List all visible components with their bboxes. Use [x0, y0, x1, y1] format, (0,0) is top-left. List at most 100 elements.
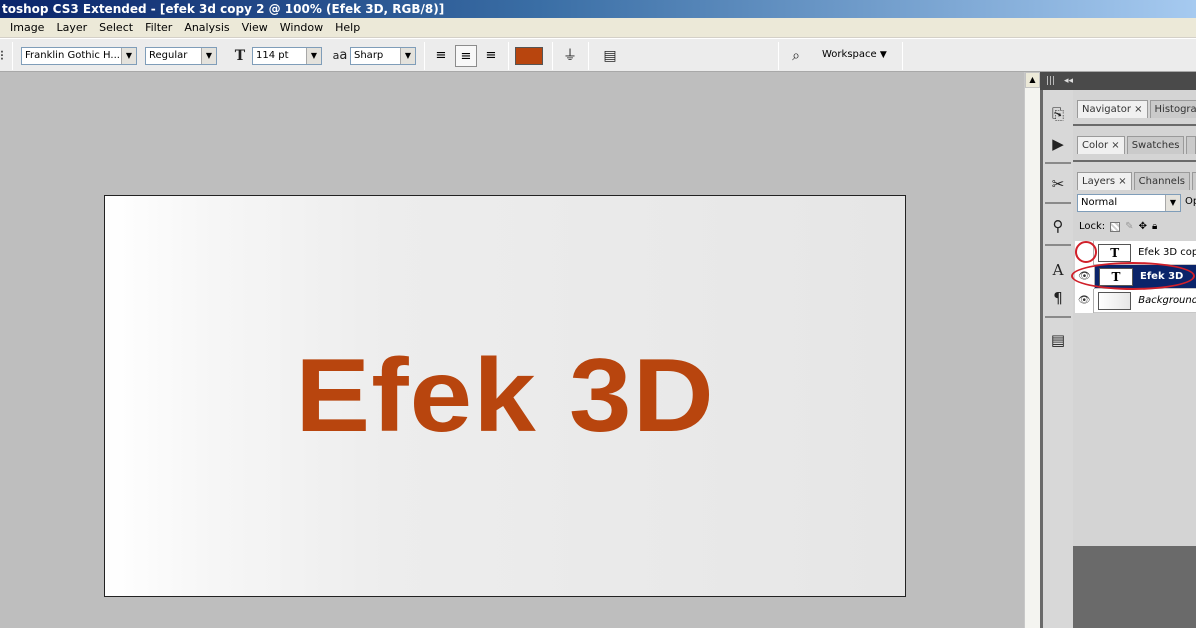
- actions-icon[interactable]: ▶: [1045, 132, 1071, 156]
- brushes-icon[interactable]: ⚲: [1045, 214, 1071, 238]
- lock-position-icon[interactable]: ✥: [1139, 221, 1147, 232]
- workspace-label: Workspace: [822, 49, 877, 60]
- font-family-value: Franklin Gothic H...: [25, 50, 120, 61]
- dock-icon-strip: ⎘ ▶ ✂ ⚲ A ¶ ▤: [1043, 90, 1073, 628]
- menu-image[interactable]: Image: [4, 18, 50, 38]
- layers-panel: Layers × Channels: [1073, 162, 1196, 546]
- tab-color-label: Color: [1082, 140, 1109, 151]
- history-icon[interactable]: ⎘: [1045, 102, 1071, 126]
- align-center-icon[interactable]: ≡: [455, 45, 477, 67]
- layer-row[interactable]: 👁 Background: [1075, 288, 1196, 313]
- font-style-value: Regular: [149, 50, 188, 61]
- tool-preset-icon[interactable]: ⁝: [0, 46, 12, 66]
- tab-paths[interactable]: [1191, 172, 1196, 190]
- character-icon[interactable]: A: [1045, 258, 1071, 282]
- workspace-menu[interactable]: Workspace ▼: [822, 49, 887, 60]
- blend-mode-select[interactable]: Normal ▼: [1077, 194, 1181, 212]
- menu-filter[interactable]: Filter: [139, 18, 178, 38]
- menu-bar: Image Layer Select Filter Analysis View …: [0, 18, 1196, 38]
- dock-header[interactable]: ||| ◂◂: [1040, 72, 1196, 90]
- tab-navigator[interactable]: Navigator ×: [1077, 100, 1148, 118]
- warp-text-icon[interactable]: ⏚: [560, 46, 580, 66]
- menu-analysis[interactable]: Analysis: [178, 18, 235, 38]
- menu-view[interactable]: View: [236, 18, 274, 38]
- annotation-ellipse: [1071, 262, 1195, 290]
- scroll-up-icon[interactable]: ▲: [1025, 72, 1040, 88]
- close-icon[interactable]: ×: [1118, 176, 1126, 187]
- antialias-select[interactable]: Sharp ▼: [350, 47, 416, 65]
- close-icon[interactable]: ×: [1111, 140, 1119, 151]
- text-color-swatch[interactable]: [515, 47, 543, 65]
- tool-presets-icon[interactable]: ✂: [1045, 172, 1071, 196]
- separator: [588, 42, 589, 70]
- tab-swatches[interactable]: Swatches: [1126, 136, 1185, 154]
- layer-comps-icon[interactable]: ▤: [1045, 328, 1071, 352]
- tab-layers: Layers ×: [1077, 172, 1132, 190]
- font-style-select[interactable]: Regular ▼: [145, 47, 217, 65]
- align-right-icon[interactable]: ≡: [480, 45, 502, 67]
- chevron-down-icon: ▼: [1165, 195, 1180, 211]
- layers-tabs: Layers × Channels: [1073, 168, 1196, 190]
- separator: [1045, 162, 1071, 164]
- lock-label: Lock:: [1079, 221, 1106, 232]
- layer-name: Background: [1138, 295, 1196, 306]
- canvas-workspace[interactable]: Efek 3D: [0, 72, 1024, 628]
- separator: [778, 42, 779, 70]
- menu-help[interactable]: Help: [329, 18, 366, 38]
- lock-row: Lock: ✎ ✥ 🔒︎: [1079, 221, 1157, 232]
- separator: [1045, 244, 1071, 246]
- lock-transparent-icon[interactable]: [1110, 221, 1121, 232]
- separator: [508, 42, 509, 70]
- eye-icon[interactable]: 👁: [1075, 288, 1095, 313]
- layer-name: Efek 3D cop: [1138, 247, 1196, 258]
- collapse-icon[interactable]: ◂◂: [1064, 76, 1073, 86]
- chevron-down-icon: ▼: [400, 48, 415, 64]
- separator: [552, 42, 553, 70]
- navigator-tabs: Navigator × Histogra: [1073, 96, 1196, 118]
- separator: [1045, 202, 1071, 204]
- paragraph-icon[interactable]: ¶: [1045, 286, 1071, 310]
- separator: [1045, 316, 1071, 318]
- font-size-icon: T: [234, 48, 246, 64]
- options-bar: ⁝ Franklin Gothic H... ▼ Regular ▼ T 114…: [0, 38, 1196, 72]
- opacity-label: Op: [1185, 196, 1196, 207]
- tab-styles[interactable]: [1186, 136, 1196, 154]
- lock-all-icon[interactable]: 🔒︎: [1152, 221, 1157, 232]
- blend-mode-value: Normal: [1081, 197, 1118, 208]
- grip-icon: |||: [1046, 76, 1056, 86]
- canvas-text[interactable]: Efek 3D: [105, 196, 905, 596]
- font-family-select[interactable]: Franklin Gothic H... ▼: [21, 47, 137, 65]
- antialias-icon: aa: [330, 46, 350, 66]
- separator: [12, 42, 13, 70]
- navigator-panel-group: Navigator × Histogra: [1073, 90, 1196, 124]
- character-palette-icon[interactable]: ▤: [600, 46, 620, 66]
- tab-histogram[interactable]: Histogra: [1149, 100, 1196, 118]
- text-layer-thumbnail: T: [1098, 243, 1132, 262]
- chevron-down-icon: ▼: [121, 48, 136, 64]
- antialias-icon-a-large: a: [339, 48, 348, 63]
- close-icon[interactable]: ×: [1134, 104, 1142, 115]
- antialias-value: Sharp: [354, 50, 384, 61]
- tab-channels[interactable]: Channels: [1133, 172, 1190, 190]
- tab-navigator-label: Navigator: [1082, 104, 1131, 115]
- align-left-icon[interactable]: ≡: [430, 45, 452, 67]
- menu-window[interactable]: Window: [274, 18, 329, 38]
- color-panel-group: Color × Swatches: [1073, 126, 1196, 160]
- tab-layers-label: Layers: [1082, 176, 1116, 187]
- menu-layer[interactable]: Layer: [50, 18, 93, 38]
- color-tabs: Color × Swatches: [1073, 132, 1196, 154]
- separator: [424, 42, 425, 70]
- chevron-down-icon: ▼: [201, 48, 216, 64]
- palette-dock: ||| ◂◂ ⎘ ▶ ✂ ⚲ A ¶ ▤ Navigator × Histogr…: [1040, 72, 1196, 628]
- caret-down-icon: ▼: [879, 50, 887, 60]
- document-canvas[interactable]: Efek 3D: [104, 195, 906, 597]
- window-title: toshop CS3 Extended - [efek 3d copy 2 @ …: [0, 0, 1196, 18]
- file-browser-icon[interactable]: ⌕: [786, 46, 806, 66]
- separator: [902, 42, 903, 70]
- menu-select[interactable]: Select: [93, 18, 139, 38]
- lock-image-icon[interactable]: ✎: [1125, 221, 1133, 232]
- chevron-down-icon: ▼: [306, 48, 321, 64]
- vertical-scrollbar[interactable]: ▲: [1024, 72, 1040, 628]
- annotation-circle: [1075, 241, 1097, 263]
- font-size-select[interactable]: 114 pt ▼: [252, 47, 322, 65]
